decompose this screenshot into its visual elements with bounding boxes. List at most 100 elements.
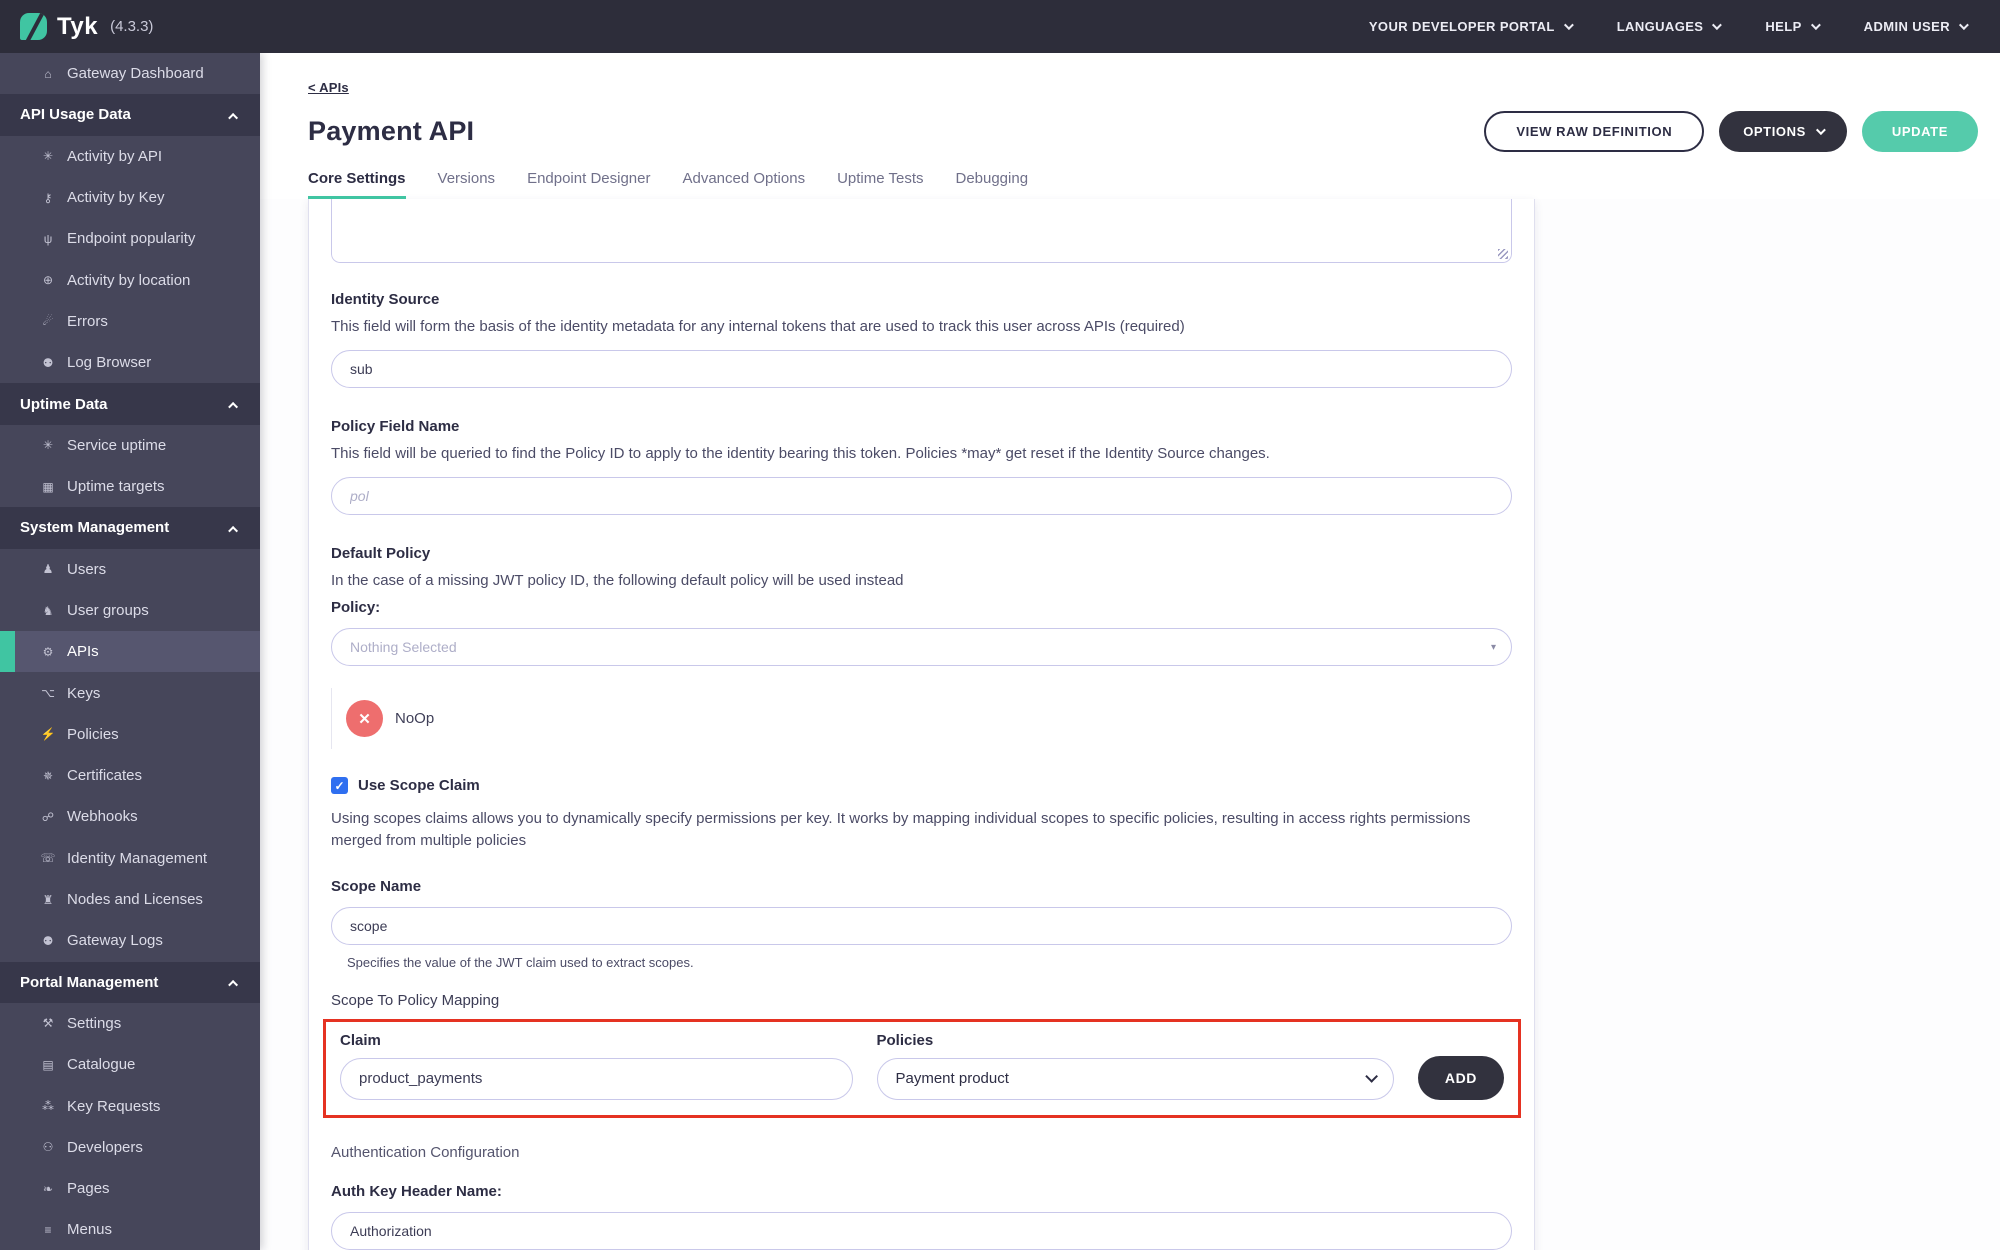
select-caret-icon: ▾ bbox=[1490, 641, 1496, 653]
policy-label: Policy: bbox=[331, 599, 381, 617]
sidebar-item-key-requests[interactable]: ⁂ Key Requests bbox=[0, 1085, 260, 1126]
sidebar-item-label: Users bbox=[67, 560, 107, 578]
sidebar-item-pages[interactable]: ❧ Pages bbox=[0, 1168, 260, 1209]
sidebar-item-gateway-logs[interactable]: ⚉ Gateway Logs bbox=[0, 920, 260, 961]
sidebar-item-label: Certificates bbox=[67, 767, 143, 785]
sidebar-item-label: Settings bbox=[67, 1014, 122, 1032]
tab-versions[interactable]: Versions bbox=[438, 170, 496, 199]
api-description-textarea[interactable] bbox=[331, 199, 1512, 263]
sidebar-item-policies[interactable]: ⚡ Policies bbox=[0, 714, 260, 755]
scope-name-input[interactable] bbox=[331, 906, 1512, 945]
sidebar-item-nodes-and-licenses[interactable]: ♜ Nodes and Licenses bbox=[0, 879, 260, 920]
top-menu-help[interactable]: HELP bbox=[1765, 19, 1821, 34]
sidebar-item-log-browser[interactable]: ⚉ Log Browser bbox=[0, 342, 260, 383]
sidebar-item-label: Policies bbox=[67, 725, 119, 743]
sidebar-item-identity-management[interactable]: ☏ Identity Management bbox=[0, 838, 260, 879]
sidebar-item-uptime-targets[interactable]: ▦ Uptime targets bbox=[0, 466, 260, 507]
sidebar-item-service-uptime[interactable]: ✳ Service uptime bbox=[0, 425, 260, 466]
top-menu-label: LANGUAGES bbox=[1616, 19, 1704, 34]
chevron-up-icon bbox=[228, 401, 239, 412]
sidebar-item-gateway-dashboard[interactable]: ⌂ Gateway Dashboard bbox=[0, 53, 260, 94]
menu-icon: ≡ bbox=[44, 1222, 52, 1237]
selected-policy-name: NoOp bbox=[395, 710, 435, 728]
tab-advanced-options[interactable]: Advanced Options bbox=[682, 170, 805, 199]
sidebar-item-apis[interactable]: ⚙ APIs bbox=[0, 631, 260, 673]
top-menu-languages[interactable]: LANGUAGES bbox=[1616, 19, 1723, 34]
policy-field-name-label: Policy Field Name bbox=[331, 417, 460, 435]
view-raw-definition-button[interactable]: VIEW RAW DEFINITION bbox=[1484, 111, 1705, 152]
sidebar-item-label: Nodes and Licenses bbox=[67, 891, 203, 909]
chevron-up-icon bbox=[228, 525, 239, 536]
sidebar-section-system-management[interactable]: System Management bbox=[0, 507, 260, 549]
sidebar-item-menus[interactable]: ≡ Menus bbox=[0, 1209, 260, 1250]
update-button[interactable]: UPDATE bbox=[1861, 111, 1978, 152]
default-policy-select-value: Nothing Selected bbox=[331, 628, 1512, 667]
tab-uptime-tests[interactable]: Uptime Tests bbox=[837, 170, 923, 199]
default-policy-help: In the case of a missing JWT policy ID, … bbox=[331, 571, 904, 589]
sidebar-item-users[interactable]: ♟ Users bbox=[0, 549, 260, 590]
sidebar-item-label: Errors bbox=[67, 312, 108, 330]
resize-handle-icon[interactable] bbox=[1498, 249, 1508, 259]
sidebar-section-uptime-data[interactable]: Uptime Data bbox=[0, 383, 260, 425]
user-group-icon: ♞ bbox=[42, 603, 54, 618]
top-menu-your-developer-portal[interactable]: YOUR DEVELOPER PORTAL bbox=[1369, 19, 1574, 34]
table-icon: ▦ bbox=[42, 479, 54, 494]
user-icon: ♟ bbox=[42, 562, 54, 577]
bomb-icon: ☄ bbox=[42, 314, 54, 329]
sidebar-item-certificates[interactable]: ✵ Certificates bbox=[0, 755, 260, 796]
policies-select[interactable]: Payment product bbox=[876, 1057, 1394, 1100]
brand-version: (4.3.3) bbox=[110, 18, 154, 35]
activity-icon: ✳ bbox=[42, 149, 54, 164]
main-content: < APIs Payment API VIEW RAW DEFINITION O… bbox=[260, 0, 2000, 1250]
sidebar-item-errors[interactable]: ☄ Errors bbox=[0, 301, 260, 342]
use-scope-claim-checkbox[interactable]: ✓ bbox=[331, 777, 348, 795]
sidebar-section-portal-management[interactable]: Portal Management bbox=[0, 961, 260, 1003]
breadcrumb-apis-link[interactable]: < APIs bbox=[308, 80, 349, 95]
sidebar-section-label: System Management bbox=[20, 519, 170, 537]
sidebar-item-catalogue[interactable]: ▤ Catalogue bbox=[0, 1044, 260, 1085]
auth-key-header-input[interactable] bbox=[331, 1211, 1512, 1250]
add-button[interactable]: ADD bbox=[1417, 1055, 1504, 1100]
brand: Tyk (4.3.3) bbox=[20, 13, 153, 41]
tab-debugging[interactable]: Debugging bbox=[955, 170, 1028, 199]
remove-policy-button[interactable]: ✕ bbox=[346, 700, 383, 738]
sidebar-item-settings[interactable]: ⚒ Settings bbox=[0, 1003, 260, 1044]
list-icon: ▤ bbox=[42, 1057, 54, 1072]
sidebar-item-activity-by-key[interactable]: ⚷ Activity by Key bbox=[0, 177, 260, 218]
sidebar-item-endpoint-popularity[interactable]: ψ Endpoint popularity bbox=[0, 218, 260, 259]
header-buttons: VIEW RAW DEFINITION OPTIONS UPDATE bbox=[1484, 111, 1978, 152]
chevron-up-icon bbox=[228, 980, 239, 991]
policy-icon: ⚡ bbox=[40, 727, 56, 742]
scope-name-help: Specifies the value of the JWT claim use… bbox=[347, 954, 694, 970]
top-menu-admin-user[interactable]: ADMIN USER bbox=[1864, 19, 1969, 34]
sidebar-item-label: Gateway Logs bbox=[67, 932, 163, 950]
claim-input[interactable] bbox=[340, 1057, 853, 1100]
top-menus: YOUR DEVELOPER PORTAL LANGUAGES HELP ADMIN … bbox=[1369, 19, 1969, 34]
sidebar-item-activity-by-location[interactable]: ⊕ Activity by location bbox=[0, 259, 260, 300]
wrench-icon: ⚒ bbox=[42, 1016, 54, 1031]
identity-source-input[interactable] bbox=[331, 349, 1512, 388]
bank-icon: ♜ bbox=[42, 892, 54, 907]
phone-icon: ☏ bbox=[40, 851, 56, 866]
tab-core-settings[interactable]: Core Settings bbox=[308, 170, 406, 199]
sidebar-item-label: Developers bbox=[67, 1138, 143, 1156]
claim-label: Claim bbox=[340, 1031, 381, 1049]
content-header: < APIs Payment API VIEW RAW DEFINITION O… bbox=[260, 53, 2000, 199]
scope-mapping-highlight-box: Claim Policies Payment product ADD bbox=[323, 1018, 1521, 1118]
policy-field-name-input[interactable] bbox=[331, 476, 1512, 515]
sidebar-section-api-usage-data[interactable]: API Usage Data bbox=[0, 94, 260, 136]
bug-icon: ⚉ bbox=[42, 355, 54, 370]
sidebar-item-user-groups[interactable]: ♞ User groups bbox=[0, 590, 260, 631]
options-button[interactable]: OPTIONS bbox=[1719, 111, 1847, 152]
tyk-logo-icon bbox=[20, 13, 47, 40]
sidebar-item-activity-by-api[interactable]: ✳ Activity by API bbox=[0, 136, 260, 177]
sidebar-item-developers[interactable]: ⚇ Developers bbox=[0, 1127, 260, 1168]
tab-endpoint-designer[interactable]: Endpoint Designer bbox=[527, 170, 650, 199]
default-policy-select[interactable]: Nothing Selected ▾ bbox=[331, 628, 1512, 667]
auth-key-header-name-label: Auth Key Header Name: bbox=[331, 1182, 502, 1200]
sidebar-item-webhooks[interactable]: ☍ Webhooks bbox=[0, 796, 260, 837]
sidebar-item-label: Activity by Key bbox=[67, 189, 165, 207]
sidebar-item-keys[interactable]: ⌥ Keys bbox=[0, 672, 260, 713]
leaf-icon: ❧ bbox=[42, 1181, 54, 1196]
use-scope-claim-row[interactable]: ✓ Use Scope Claim bbox=[331, 777, 1512, 795]
